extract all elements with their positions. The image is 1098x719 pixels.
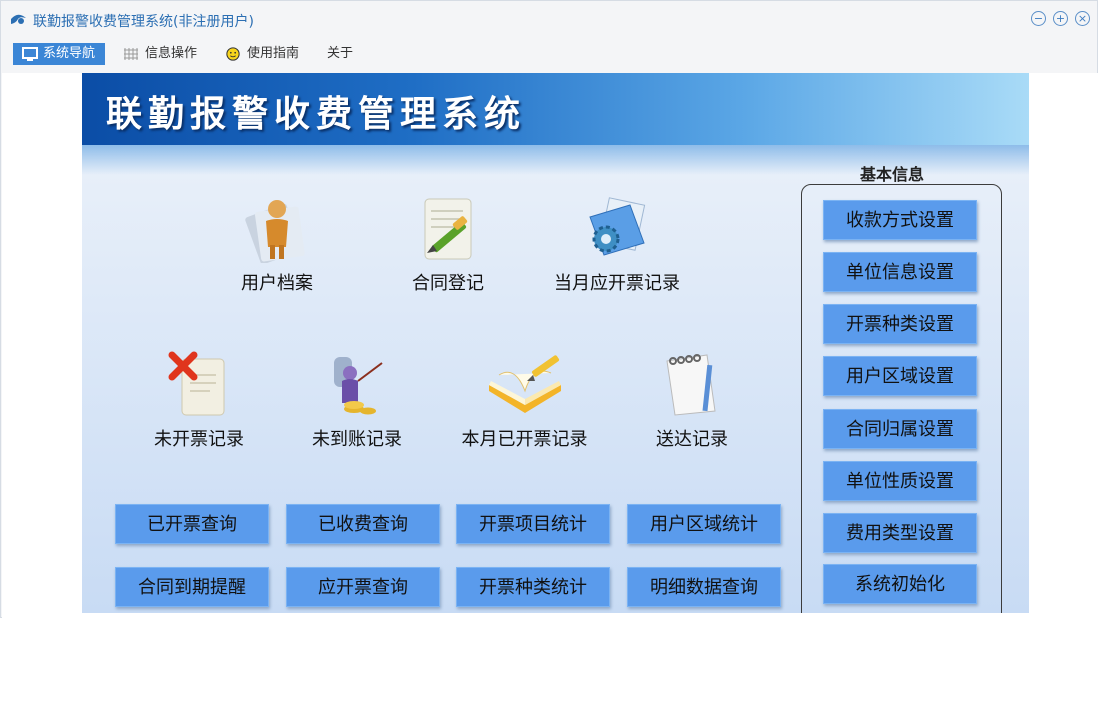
company-info-settings-button[interactable]: 单位信息设置 (823, 252, 977, 292)
menu-item-label: 使用指南 (247, 46, 300, 61)
feature-label: 送达记录 (656, 429, 728, 450)
feature-not-received[interactable]: 未到账记录 (302, 351, 412, 451)
menu-item-label: 信息操作 (145, 46, 198, 61)
nav-panel: 联勤报警收费管理系统 用户档案 合同登记 当月应开票记录 未开票记录 未到账记录… (82, 73, 1029, 613)
folder-gear-icon (589, 197, 646, 256)
menu-item-label: 系统导航 (43, 46, 96, 61)
feature-contract-register[interactable]: 合同登记 (398, 195, 498, 295)
feature-not-invoiced[interactable]: 未开票记录 (144, 351, 254, 451)
content-area: 联勤报警收费管理系统 用户档案 合同登记 当月应开票记录 未开票记录 未到账记录… (2, 73, 1098, 618)
company-nature-settings-button[interactable]: 单位性质设置 (823, 461, 977, 501)
maximize-icon[interactable]: + (1053, 11, 1068, 26)
notepad-icon (666, 354, 716, 416)
feature-label: 本月已开票记录 (461, 429, 588, 450)
coins-person-icon (334, 357, 383, 415)
smiley-icon (226, 47, 240, 61)
app-window: 联勤报警收费管理系统(非注册用户) − + × 系统导航 信息操作 使用指南 关… (0, 0, 1098, 618)
payment-method-settings-button[interactable]: 收款方式设置 (823, 200, 977, 240)
app-logo-icon (11, 14, 26, 24)
sidebar-title: 基本信息 (860, 165, 925, 184)
detail-data-query-button[interactable]: 明细数据查询 (627, 567, 781, 607)
document-x-icon (168, 351, 225, 416)
feature-label: 当月应开票记录 (554, 273, 680, 294)
invoice-item-stats-button[interactable]: 开票项目统计 (456, 504, 610, 544)
menu-about[interactable]: 关于 (327, 43, 353, 65)
fee-type-settings-button[interactable]: 费用类型设置 (823, 513, 977, 553)
contract-expiry-reminder-button[interactable]: 合同到期提醒 (115, 567, 269, 607)
feature-month-invoiced[interactable]: 本月已开票记录 (452, 351, 597, 451)
user-region-stats-button[interactable]: 用户区域统计 (627, 504, 781, 544)
query-paid-button[interactable]: 已收费查询 (286, 504, 440, 544)
contract-pen-icon (424, 198, 472, 260)
invoice-type-stats-button[interactable]: 开票种类统计 (456, 567, 610, 607)
menu-info-ops[interactable]: 信息操作 (123, 43, 197, 65)
feature-user-profile[interactable]: 用户档案 (227, 195, 327, 295)
close-icon[interactable]: × (1075, 11, 1090, 26)
feature-label: 未到账记录 (312, 429, 402, 450)
feature-month-invoice-due[interactable]: 当月应开票记录 (542, 195, 692, 295)
banner: 联勤报警收费管理系统 (82, 73, 1029, 175)
invoice-type-settings-button[interactable]: 开票种类设置 (823, 304, 977, 344)
menu-item-label: 关于 (327, 46, 354, 61)
user-profile-icon (245, 200, 305, 263)
query-invoiced-button[interactable]: 已开票查询 (115, 504, 269, 544)
menu-bar: 系统导航 信息操作 使用指南 关于 (1, 41, 1097, 67)
book-pencil-icon (488, 355, 561, 413)
menu-system-nav[interactable]: 系统导航 (13, 43, 105, 65)
user-region-settings-button[interactable]: 用户区域设置 (823, 356, 977, 396)
window-title: 联勤报警收费管理系统(非注册用户) (33, 14, 254, 30)
feature-label: 未开票记录 (154, 429, 244, 450)
feature-label: 合同登记 (412, 273, 484, 294)
monitor-icon (22, 47, 38, 61)
grid-icon (124, 48, 138, 60)
query-due-invoice-button[interactable]: 应开票查询 (286, 567, 440, 607)
feature-delivery-records[interactable]: 送达记录 (637, 351, 747, 451)
feature-label: 用户档案 (241, 273, 313, 294)
minimize-icon[interactable]: − (1031, 11, 1046, 26)
title-bar: 联勤报警收费管理系统(非注册用户) − + × (1, 1, 1097, 39)
menu-user-guide[interactable]: 使用指南 (225, 43, 299, 65)
banner-title: 联勤报警收费管理系统 (106, 93, 527, 135)
contract-owner-settings-button[interactable]: 合同归属设置 (823, 409, 977, 449)
system-init-button[interactable]: 系统初始化 (823, 564, 977, 604)
